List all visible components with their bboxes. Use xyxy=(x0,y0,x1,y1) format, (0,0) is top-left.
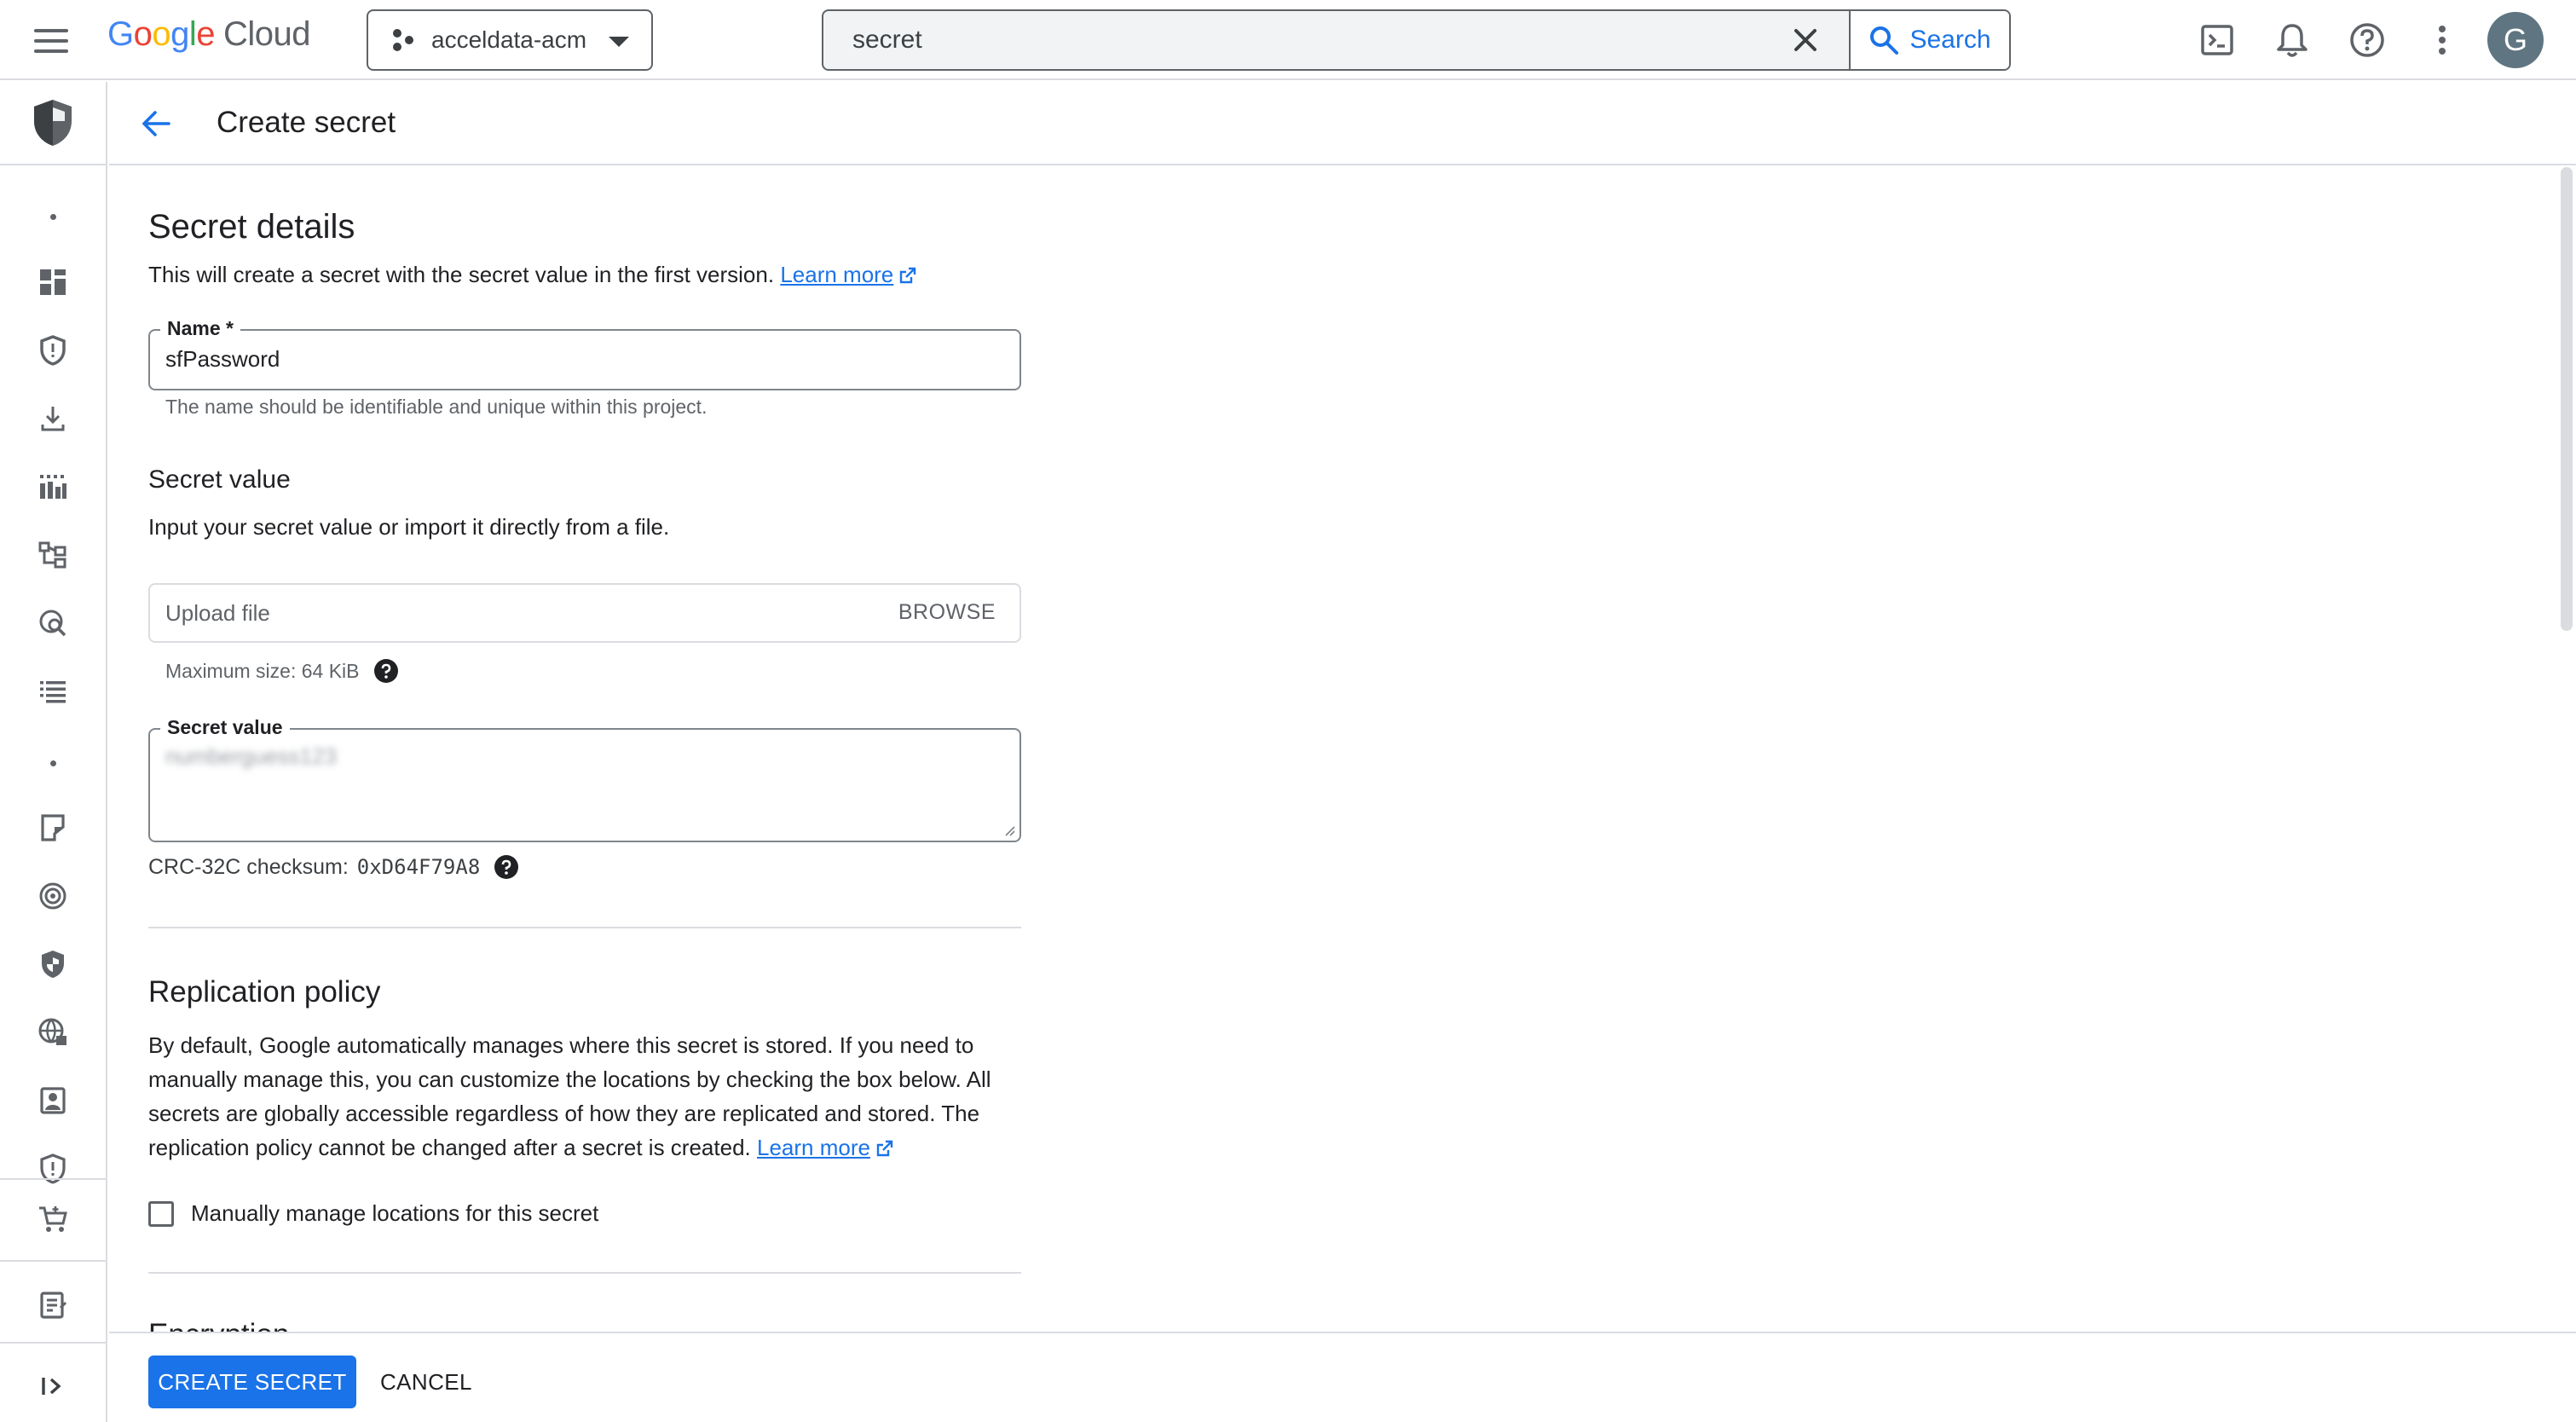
checksum-row: CRC-32C checksum: 0xD64F79A8 xyxy=(148,854,519,880)
cloud-shell-icon[interactable] xyxy=(2196,19,2238,61)
name-field-label: Name * xyxy=(160,317,240,340)
search-bar: Search xyxy=(822,9,2011,71)
rail-section-dot xyxy=(50,214,56,220)
browse-button[interactable]: BROWSE xyxy=(898,600,996,625)
left-nav-rail xyxy=(0,82,107,1422)
shield-filled-icon[interactable] xyxy=(34,945,72,983)
search-input[interactable] xyxy=(823,11,1846,69)
account-avatar[interactable]: G xyxy=(2487,12,2544,68)
resize-handle-icon[interactable] xyxy=(1002,824,1016,837)
cart-icon[interactable] xyxy=(34,1201,72,1239)
secret-value-description: Input your secret value or import it dir… xyxy=(148,514,670,540)
search-button[interactable]: Search xyxy=(1849,11,2009,69)
help-filled-icon[interactable] xyxy=(494,854,519,880)
globe-lock-icon[interactable] xyxy=(34,1014,72,1051)
secret-details-description: This will create a secret with the secre… xyxy=(148,257,917,292)
main-menu-icon[interactable] xyxy=(34,22,72,60)
external-link-icon xyxy=(900,267,916,284)
max-size-text: Maximum size: 64 KiB xyxy=(165,659,360,682)
secret-value-heading: Secret value xyxy=(148,465,291,494)
expand-icon[interactable] xyxy=(34,1367,72,1405)
max-size-row: Maximum size: 64 KiB xyxy=(165,658,399,684)
shield-outline-icon[interactable] xyxy=(34,332,72,369)
bar-chart-icon[interactable] xyxy=(34,468,72,506)
secret-value-field-label: Secret value xyxy=(160,716,290,739)
help-icon[interactable] xyxy=(2346,19,2388,61)
name-hint: The name should be identifiable and uniq… xyxy=(165,396,708,418)
cancel-button[interactable]: CANCEL xyxy=(380,1356,472,1408)
chevron-down-icon xyxy=(609,37,629,47)
scrollbar-thumb[interactable] xyxy=(2561,167,2573,631)
replication-description: By default, Google automatically manages… xyxy=(148,1032,991,1160)
create-secret-button[interactable]: CREATE SECRET xyxy=(148,1356,356,1408)
clear-search-icon[interactable] xyxy=(1788,23,1822,57)
search-icon xyxy=(1870,26,1899,55)
manual-locations-checkbox-row[interactable]: Manually manage locations for this secre… xyxy=(148,1200,598,1227)
search-button-label: Search xyxy=(1909,26,1991,54)
list-icon[interactable] xyxy=(34,673,72,710)
back-arrow-icon[interactable] xyxy=(135,102,177,145)
page-header: Create secret xyxy=(109,82,2576,165)
notes-icon[interactable] xyxy=(34,1286,72,1324)
replication-heading: Replication policy xyxy=(148,975,381,1009)
section-divider xyxy=(148,927,1021,928)
external-link-icon xyxy=(876,1140,893,1157)
upload-file-placeholder: Upload file xyxy=(165,600,270,626)
rail-section-dot xyxy=(50,760,56,766)
section-divider xyxy=(148,1272,1021,1274)
help-filled-icon[interactable] xyxy=(373,658,399,684)
bottom-action-bar: CREATE SECRET CANCEL xyxy=(109,1332,2576,1422)
project-name: acceldata-acm xyxy=(431,26,587,53)
page-title: Create secret xyxy=(217,106,396,139)
learn-more-link[interactable]: Learn more xyxy=(780,262,893,287)
hierarchy-icon[interactable] xyxy=(34,536,72,574)
checksum-value: 0xD64F79A8 xyxy=(356,855,481,879)
search-globe-icon[interactable] xyxy=(34,604,72,642)
name-field[interactable]: Name * sfPassword xyxy=(148,317,1021,390)
project-hub-icon xyxy=(393,29,413,51)
top-app-bar: GoogleCloud acceldata-acm Search G xyxy=(0,0,2576,80)
rail-divider xyxy=(0,1178,106,1180)
upload-file-field[interactable]: Upload file BROWSE xyxy=(148,583,1021,643)
download-icon[interactable] xyxy=(34,400,72,437)
target-icon[interactable] xyxy=(34,877,72,915)
shield-alert-icon[interactable] xyxy=(34,1150,72,1188)
security-product-header[interactable] xyxy=(0,82,106,165)
name-field-value: sfPassword xyxy=(165,346,280,372)
secret-value-textarea[interactable]: Secret value numberguess123 xyxy=(148,716,1021,842)
security-shield-icon xyxy=(34,100,72,146)
manual-locations-checkbox[interactable] xyxy=(148,1200,174,1227)
manual-locations-label: Manually manage locations for this secre… xyxy=(191,1200,599,1226)
replication-learn-more-link[interactable]: Learn more xyxy=(757,1135,870,1160)
certificate-icon[interactable] xyxy=(34,809,72,847)
notifications-bell-icon[interactable] xyxy=(2271,19,2313,61)
secret-details-heading: Secret details xyxy=(148,208,355,246)
rail-divider xyxy=(0,1260,106,1262)
badge-icon[interactable] xyxy=(34,1082,72,1119)
checksum-label: CRC-32C checksum: xyxy=(148,854,349,879)
secret-value-masked: numberguess123 xyxy=(165,743,337,769)
project-picker[interactable]: acceldata-acm xyxy=(367,9,653,71)
google-cloud-logo[interactable]: Google Cloud xyxy=(107,15,311,54)
more-options-icon[interactable] xyxy=(2421,19,2463,61)
dashboard-icon[interactable] xyxy=(34,263,72,301)
rail-divider xyxy=(0,1342,106,1344)
